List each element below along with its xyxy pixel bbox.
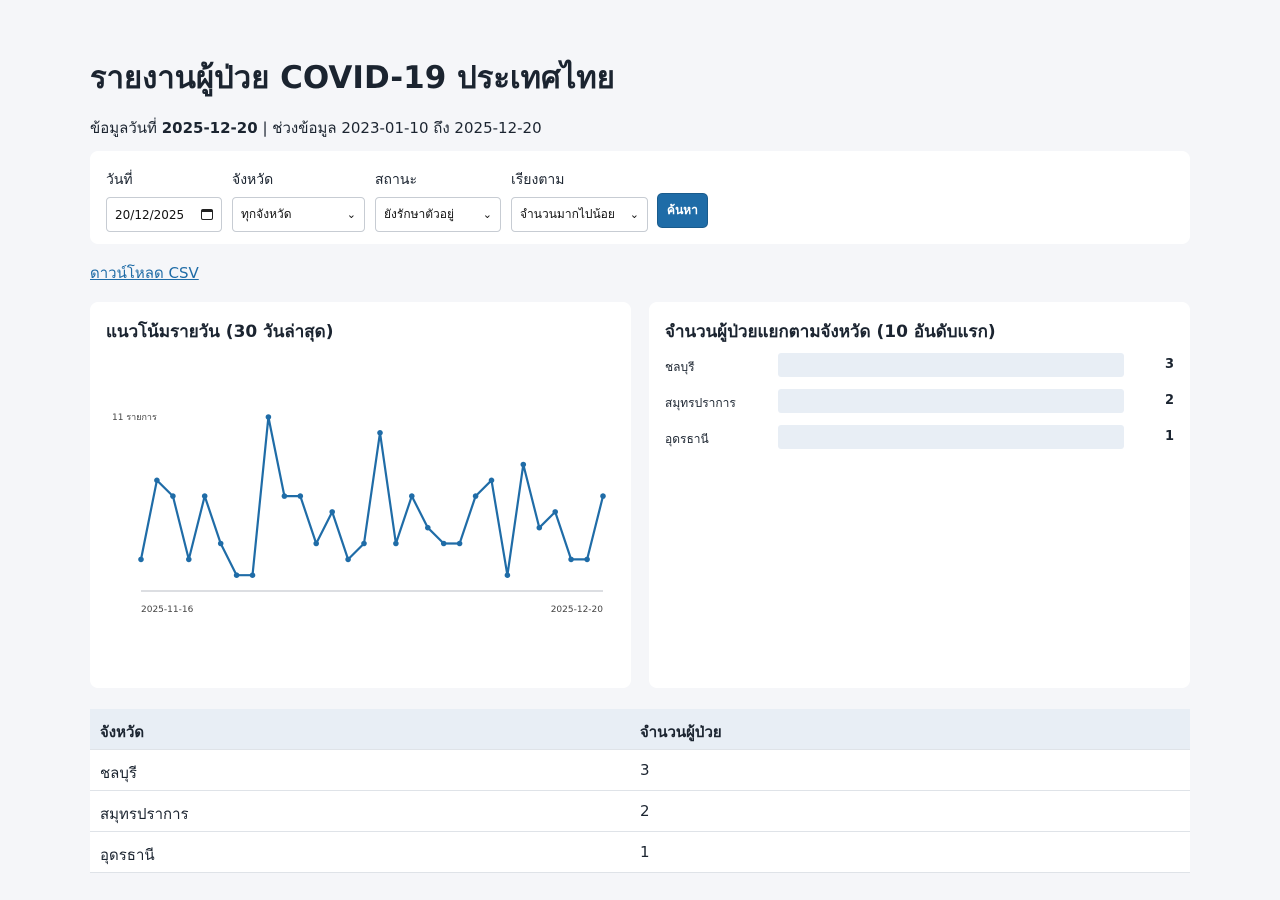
- table-row: ชลบุรี 3: [90, 750, 1190, 791]
- filter-form: วันที่ 20/12/2025 จังหวัด ทุกจังหวัด ⌄ ส…: [90, 151, 1190, 244]
- bar-track: [778, 389, 1124, 413]
- cell-province: อุดรธานี: [100, 846, 155, 864]
- trend-data-point: [520, 461, 527, 468]
- bar-province-label: สมุทรปราการ: [665, 396, 736, 410]
- sort-field: เรียงตาม จำนวนมากไปน้อย ⌄: [511, 169, 648, 232]
- trend-data-point: [504, 572, 511, 578]
- data-range: ช่วงข้อมูล 2023-01-10 ถึง 2025-12-20: [272, 119, 542, 137]
- trend-data-point: [281, 493, 288, 499]
- trend-data-point: [584, 556, 590, 563]
- trend-data-point: [313, 540, 319, 547]
- status-label: สถานะ: [375, 172, 417, 188]
- trend-data-point: [265, 414, 272, 420]
- cell-count: 3: [640, 761, 650, 779]
- trend-data-point: [361, 540, 367, 547]
- sort-select[interactable]: จำนวนมากไปน้อย ⌄: [511, 197, 648, 232]
- cell-count: 2: [640, 802, 650, 820]
- province-bar-row: สมุทรปราการ 2: [665, 389, 1174, 413]
- trend-data-point: [154, 477, 160, 484]
- province-bar-card: จำนวนผู้ป่วยแยกตามจังหวัด (10 อันดับแรก)…: [649, 302, 1190, 688]
- cell-count: 1: [640, 843, 650, 861]
- trend-card: แนวโน้มรายวัน (30 วันล่าสุด) 11 รายการ 2…: [90, 302, 631, 688]
- chevron-down-icon: ⌄: [629, 208, 639, 221]
- table-header-row: จังหวัด จำนวนผู้ป่วย: [90, 709, 1190, 750]
- x-start-label: 2025-11-16: [141, 605, 194, 615]
- data-date: 2025-12-20: [161, 119, 258, 137]
- date-input[interactable]: 20/12/2025: [106, 197, 222, 232]
- province-bar-row: ชลบุรี 3: [665, 353, 1174, 377]
- cell-province: สมุทรปราการ: [100, 805, 189, 823]
- column-header-count: จำนวนผู้ป่วย: [640, 723, 722, 741]
- trend-data-point: [377, 430, 383, 436]
- date-label: วันที่: [106, 172, 133, 188]
- cell-province: ชลบุรี: [100, 764, 137, 782]
- trend-chart: 11 รายการ 2025-11-16 2025-12-20: [112, 413, 606, 615]
- province-bar-title: จำนวนผู้ป่วยแยกตามจังหวัด (10 อันดับแรก): [665, 322, 996, 342]
- trend-data-point: [329, 509, 335, 515]
- status-value: ยังรักษาตัวอยู่: [384, 207, 455, 221]
- trend-data-point: [201, 493, 208, 499]
- date-field: วันที่ 20/12/2025: [106, 169, 222, 232]
- trend-data-point: [472, 493, 479, 499]
- search-button[interactable]: ค้นหา: [658, 194, 707, 227]
- province-value: ทุกจังหวัด: [241, 207, 292, 221]
- table-row: อุดรธานี 1: [90, 832, 1190, 873]
- trend-data-point: [186, 556, 192, 563]
- subtitle-separator: |: [262, 119, 268, 137]
- data-date-prefix: ข้อมูลวันที่: [90, 119, 157, 137]
- trend-data-point: [409, 493, 415, 499]
- column-header-province: จังหวัด: [100, 723, 145, 741]
- province-select[interactable]: ทุกจังหวัด ⌄: [232, 197, 365, 232]
- y-max-label: 11 รายการ: [112, 413, 157, 423]
- data-info: ข้อมูลวันที่ 2025-12-20 | ช่วงข้อมูล 202…: [90, 116, 542, 140]
- trend-data-point: [600, 493, 606, 499]
- trend-data-point: [170, 493, 176, 499]
- calendar-icon[interactable]: [201, 209, 213, 220]
- bar-count: 3: [1164, 357, 1174, 372]
- chevron-down-icon: ⌄: [346, 208, 356, 221]
- sort-label: เรียงตาม: [511, 172, 565, 188]
- x-end-label: 2025-12-20: [551, 605, 604, 615]
- trend-data-point: [217, 540, 224, 547]
- bar-province-label: ชลบุรี: [665, 360, 695, 374]
- trend-data-point: [552, 509, 558, 515]
- province-field: จังหวัด ทุกจังหวัด ⌄: [232, 169, 365, 232]
- chevron-down-icon: ⌄: [482, 208, 492, 221]
- trend-data-point: [249, 572, 256, 578]
- province-label: จังหวัด: [232, 172, 274, 188]
- download-csv-link[interactable]: ดาวน์โหลด CSV: [90, 261, 199, 285]
- date-value: 20/12/2025: [115, 207, 185, 222]
- trend-data-point: [456, 540, 463, 547]
- status-select[interactable]: ยังรักษาตัวอยู่ ⌄: [375, 197, 501, 232]
- trend-data-point: [297, 493, 304, 499]
- trend-data-point: [138, 556, 144, 563]
- bar-province-label: อุดรธานี: [665, 432, 709, 446]
- sort-value: จำนวนมากไปน้อย: [520, 207, 615, 221]
- bar-count: 2: [1164, 393, 1174, 408]
- trend-data-point: [233, 572, 240, 578]
- table-row: สมุทรปราการ 2: [90, 791, 1190, 832]
- trend-data-point: [568, 556, 574, 563]
- status-field: สถานะ ยังรักษาตัวอยู่ ⌄: [375, 169, 501, 232]
- bar-track: [778, 353, 1124, 377]
- province-bar-row: อุดรธานี 1: [665, 425, 1174, 449]
- bar-count: 1: [1164, 429, 1174, 444]
- province-table: จังหวัด จำนวนผู้ป่วย ชลบุรี 3 สมุทรปรากา…: [90, 709, 1190, 873]
- trend-data-point: [425, 524, 431, 531]
- trend-series-line: [139, 415, 605, 577]
- trend-data-point: [488, 477, 495, 484]
- trend-data-point: [536, 524, 543, 531]
- trend-data-point: [345, 556, 351, 563]
- trend-data-point: [440, 540, 447, 547]
- bar-track: [778, 425, 1124, 449]
- trend-data-point: [393, 540, 399, 547]
- page-title: รายงานผู้ป่วย COVID-19 ประเทศไทย: [90, 60, 615, 96]
